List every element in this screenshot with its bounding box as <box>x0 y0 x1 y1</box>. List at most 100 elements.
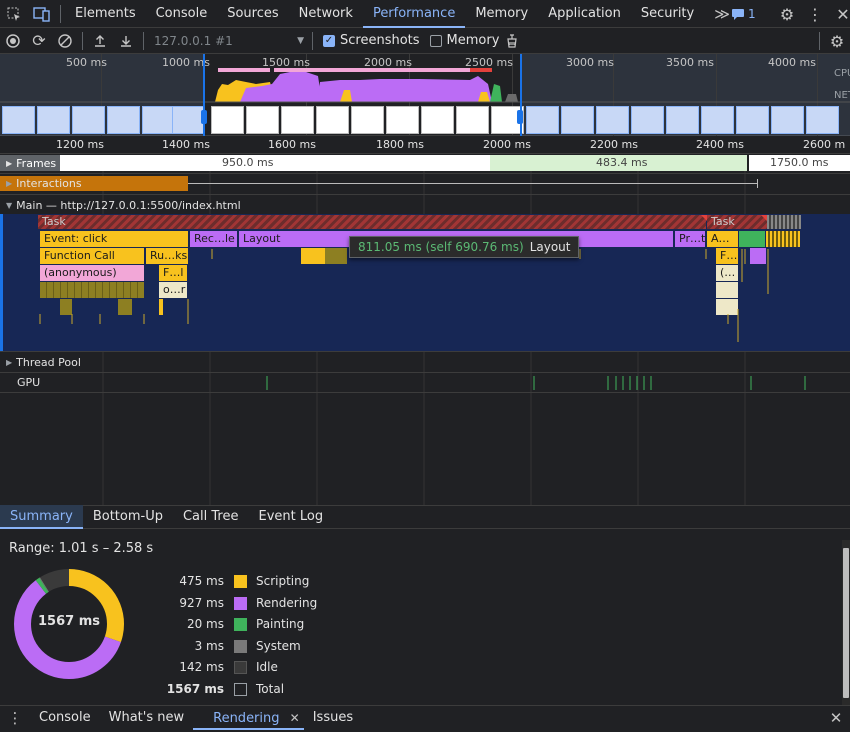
legend-value: 3 ms <box>194 639 224 653</box>
upload-profile-icon[interactable] <box>87 28 113 54</box>
garbage-collect-icon[interactable] <box>499 28 525 54</box>
tab-event-log[interactable]: Event Log <box>248 505 333 529</box>
timeline-overview[interactable]: 500 ms 1000 ms 1500 ms 2000 ms 2500 ms 3… <box>0 54 850 136</box>
inspect-element-icon[interactable] <box>0 0 28 28</box>
tab-console[interactable]: Console <box>146 0 218 28</box>
performance-toolbar: ⟳ 127.0.0.1 #1 ▼ ✓ Screenshots Memory ⚙ <box>0 28 850 54</box>
drawer-tab-console[interactable]: Console <box>30 706 100 730</box>
issues-icon <box>732 9 744 20</box>
thread-pool-track[interactable]: ▶ Thread Pool <box>0 351 850 372</box>
tab-network[interactable]: Network <box>289 0 363 28</box>
screenshot-thumb <box>596 106 629 134</box>
drawer-tabbar: ⋮ Console What's new Rendering ✕ Issues … <box>0 705 850 730</box>
legend-value: 142 ms <box>179 660 224 674</box>
tab-security[interactable]: Security <box>631 0 704 28</box>
screenshot-thumb <box>631 106 664 134</box>
screenshot-thumb <box>316 106 349 134</box>
main-track-header[interactable]: ▼ Main — http://127.0.0.1:5500/index.htm… <box>0 196 241 214</box>
legend-value: 927 ms <box>179 596 224 610</box>
legend-swatch <box>234 682 247 696</box>
screenshot-thumb <box>666 106 699 134</box>
legend-label: Idle <box>256 660 278 674</box>
memory-label: Memory <box>446 33 500 48</box>
interactions-track[interactable]: ▶ Interactions <box>0 173 850 193</box>
tab-call-tree[interactable]: Call Tree <box>173 505 249 529</box>
separator <box>312 31 313 50</box>
screenshot-thumb <box>526 106 559 134</box>
drawer-tab-issues[interactable]: Issues <box>304 706 362 730</box>
legend-value: 1567 ms <box>166 682 224 696</box>
screenshots-label: Screenshots <box>340 33 420 48</box>
ruler-tick: 2200 ms <box>590 138 638 151</box>
capture-settings-gear-icon[interactable]: ⚙ <box>824 28 850 54</box>
clear-icon[interactable] <box>52 28 78 54</box>
record-button[interactable] <box>0 28 26 54</box>
recording-select-value: 127.0.0.1 #1 <box>154 33 233 48</box>
frame-duration: 1750.0 ms <box>770 156 829 169</box>
screenshot-thumb <box>142 106 175 134</box>
legend-value: 20 ms <box>186 617 224 631</box>
tab-summary[interactable]: Summary <box>0 505 83 529</box>
tab-performance[interactable]: Performance <box>362 0 466 28</box>
flamechart-area: 950.0 ms 483.4 ms 1750.0 ms ▶ Frames ▶ I… <box>0 155 850 505</box>
drawer-tab-rendering-label: Rendering <box>213 711 280 726</box>
main-thread-track[interactable]: ▼ Main — http://127.0.0.1:5500/index.htm… <box>0 194 850 351</box>
reload-record-icon[interactable]: ⟳ <box>26 28 52 54</box>
flame-tooltip: 811.05 ms (self 690.76 ms) Layout <box>349 236 580 258</box>
legend-swatch <box>234 574 247 588</box>
screenshot-thumb <box>701 106 734 134</box>
chevron-down-icon: ▼ <box>297 35 304 46</box>
tab-application[interactable]: Application <box>538 0 631 28</box>
frames-track[interactable]: 950.0 ms 483.4 ms 1750.0 ms ▶ Frames <box>0 155 850 173</box>
screenshot-thumb <box>211 106 244 134</box>
expand-triangle-icon: ▶ <box>6 357 13 367</box>
details-tabs: Summary Bottom-Up Call Tree Event Log <box>0 505 850 529</box>
tab-elements[interactable]: Elements <box>65 0 146 28</box>
scrollbar-thumb[interactable] <box>843 548 849 698</box>
screenshot-thumb <box>386 106 419 134</box>
legend-label: Rendering <box>256 596 318 610</box>
tooltip-event-name: Layout <box>529 240 571 254</box>
legend-row-painting: 20 ms Painting <box>160 613 304 635</box>
issues-count: 1 <box>748 7 756 21</box>
gpu-track[interactable]: GPU <box>0 372 850 393</box>
screenshot-thumb <box>2 106 35 134</box>
ruler-tick: 1800 ms <box>376 138 424 151</box>
ruler-tick: 1600 ms <box>268 138 316 151</box>
gpu-activity <box>266 376 806 390</box>
settings-gear-icon[interactable]: ⚙ <box>773 0 801 28</box>
interactions-track-header[interactable]: ▶ Interactions <box>0 175 82 192</box>
legend-swatch <box>234 596 247 610</box>
screenshots-checkbox[interactable]: ✓ <box>323 34 335 47</box>
tab-memory[interactable]: Memory <box>465 0 538 28</box>
separator <box>60 4 61 23</box>
recording-select[interactable]: 127.0.0.1 #1 ▼ <box>148 34 308 48</box>
tab-sources[interactable]: Sources <box>217 0 288 28</box>
ruler-tick: 1400 ms <box>162 138 210 151</box>
range-text: Range: 1.01 s – 2.58 s <box>9 541 154 556</box>
legend-value: 475 ms <box>179 574 224 588</box>
drawer-tab-rendering[interactable]: Rendering ✕ <box>193 706 304 730</box>
tab-bottom-up[interactable]: Bottom-Up <box>83 505 173 529</box>
frames-track-label: Frames <box>16 156 57 170</box>
screenshot-thumb <box>736 106 769 134</box>
download-profile-icon[interactable] <box>113 28 139 54</box>
screenshot-thumb <box>351 106 384 134</box>
screenshot-thumb <box>771 106 804 134</box>
drawer-tab-whats-new[interactable]: What's new <box>100 706 194 730</box>
memory-checkbox[interactable] <box>429 34 442 47</box>
thread-pool-track-header[interactable]: ▶ Thread Pool <box>0 353 81 371</box>
close-tab-icon[interactable]: ✕ <box>290 711 300 725</box>
device-toolbar-icon[interactable] <box>28 0 56 28</box>
frames-track-header[interactable]: ▶ Frames <box>0 155 61 171</box>
close-drawer-icon[interactable]: ✕ <box>822 704 850 732</box>
legend-label: Scripting <box>256 574 310 588</box>
drawer-menu-icon[interactable]: ⋮ <box>0 704 30 732</box>
legend-swatch <box>234 617 247 631</box>
close-devtools-icon[interactable]: ✕ <box>829 0 850 28</box>
legend-label: Painting <box>256 617 305 631</box>
kebab-menu-icon[interactable]: ⋮ <box>801 0 829 28</box>
separator <box>82 31 83 50</box>
summary-scrollbar[interactable] <box>842 540 850 705</box>
issues-counter[interactable]: 1 <box>731 0 756 28</box>
